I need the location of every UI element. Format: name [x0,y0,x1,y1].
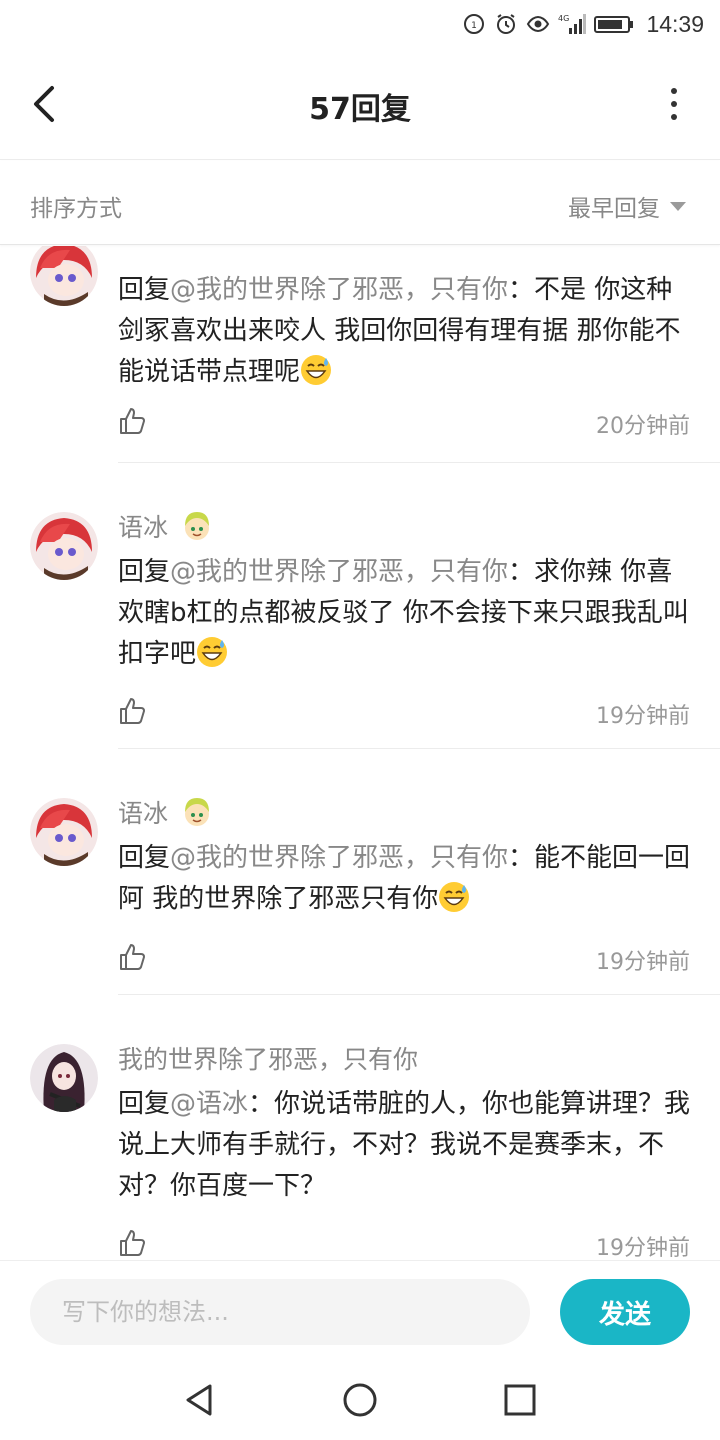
home-circle-icon[interactable] [340,1380,380,1420]
reply-prefix: 回复 [118,1089,171,1119]
system-nav-bar [0,1364,720,1440]
comment-body: 回复@我的世界除了邪恶，只有你：能不能回一回阿 我的世界除了邪恶只有你 [118,838,698,920]
more-vertical-icon-dot [671,114,677,120]
comment-list[interactable]: 回复@我的世界除了邪恶，只有你：不是 你这种剑冢喜欢出来咬人 我回你回得有理有据… [0,246,720,1260]
sort-selected-value: 最早回复 [568,196,660,222]
username-text: 语冰 [118,513,169,542]
grinning-sweat-emoji [197,637,228,667]
avatar-image [30,512,98,580]
svg-text:1: 1 [472,21,478,31]
reply-prefix: 回复 [118,557,171,587]
mention-link[interactable]: @语冰 [170,1089,248,1119]
comment-body: 回复@我的世界除了邪恶，只有你：不是 你这种剑冢喜欢出来咬人 我回你回得有理有据… [118,270,698,393]
status-bar: 1 4G 14:39 [0,0,720,48]
reply-prefix: 回复 [118,843,171,873]
comment-input-bar: 发送 [0,1260,720,1364]
thumbs-up-icon[interactable] [118,942,148,972]
comment-username[interactable]: 语冰 [118,508,214,544]
grinning-sweat-emoji [301,355,332,385]
comment-input[interactable] [30,1279,530,1345]
comment-time: 20分钟前 [596,414,690,439]
battery-icon [594,16,634,33]
back-triangle-icon[interactable] [180,1380,220,1420]
avatar[interactable] [30,246,98,306]
send-button[interactable]: 发送 [560,1279,690,1345]
avatar[interactable] [30,512,98,580]
status-icons: 1 4G 14:39 [462,10,704,38]
thumbs-up-icon[interactable] [118,696,148,726]
mention-link[interactable]: @我的世界除了邪恶，只有你 [170,843,508,873]
thumbs-up-icon[interactable] [118,1228,148,1258]
thumbs-up-icon[interactable] [118,406,148,436]
reply-prefix: 回复 [118,275,171,305]
sort-dropdown[interactable]: 最早回复 [568,189,686,223]
comment-time: 19分钟前 [596,1236,690,1260]
header: 57回复 [0,48,720,160]
username-text: 我的世界除了邪恶，只有你 [118,1045,419,1074]
grinning-sweat-emoji [439,882,470,912]
sort-bar: 排序方式 最早回复 [0,161,720,245]
page-title: 57回复 [309,92,411,127]
comment-username[interactable]: 语冰 [118,794,214,830]
recents-square-icon[interactable] [500,1380,540,1420]
mention-link[interactable]: @我的世界除了邪恶，只有你 [170,557,508,587]
more-vertical-icon-dot [671,88,677,94]
more-button[interactable] [664,84,684,124]
username-text: 语冰 [118,799,169,828]
divider [118,994,720,995]
divider [118,462,720,463]
user-badge-icon [185,798,210,826]
avatar[interactable] [30,798,98,866]
avatar-image [30,246,98,306]
alarm-icon [497,14,516,34]
avatar-image [30,1044,98,1112]
comment-username[interactable]: 我的世界除了邪恶，只有你 [118,1040,418,1076]
data-saver-icon: 1 [464,14,485,34]
divider [118,748,720,749]
avatar[interactable] [30,1044,98,1112]
status-time: 14:39 [646,10,704,37]
sort-label: 排序方式 [30,196,122,222]
svg-text:4G: 4G [558,14,569,23]
avatar-image [30,798,98,866]
signal-icon: 4G [558,14,587,34]
comment-time: 19分钟前 [596,950,690,975]
caret-down-icon [670,201,686,211]
more-vertical-icon-dot [671,101,677,107]
comment-body: 回复@语冰：你说话带脏的人，你也能算讲理？我说上大师有手就行，不对？我说不是赛季… [118,1084,698,1207]
mention-link[interactable]: @我的世界除了邪恶，只有你 [170,275,508,305]
comment-time: 19分钟前 [596,704,690,729]
comment-body: 回复@我的世界除了邪恶，只有你：求你辣 你喜欢瞎b杠的点都被反驳了 你不会接下来… [118,552,698,675]
eye-icon [527,15,550,33]
user-badge-icon [185,512,210,540]
